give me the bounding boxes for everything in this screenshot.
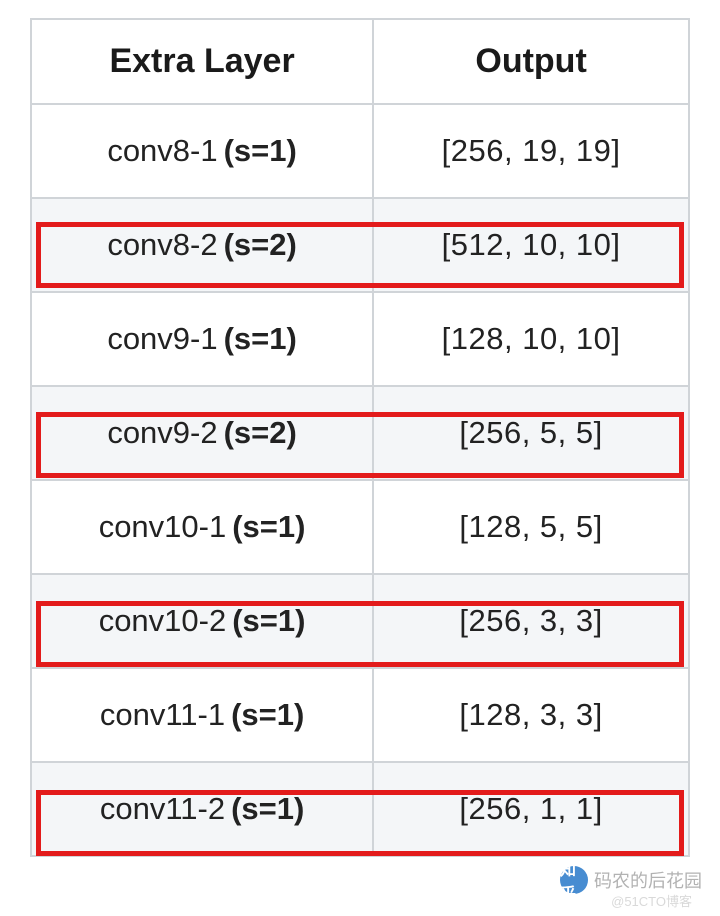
- layer-name: conv8-1: [107, 133, 217, 169]
- output-value: [256, 3, 3]: [459, 603, 602, 639]
- header-output: Output: [373, 19, 689, 104]
- layers-table: Extra Layer Output conv8-1(s=1) [256, 19…: [30, 18, 690, 857]
- layer-stride: (s=1): [224, 133, 297, 169]
- table-row: conv8-1(s=1) [256, 19, 19]: [31, 104, 689, 198]
- layer-name: conv11-1: [100, 697, 225, 733]
- table-row: conv11-2(s=1) [256, 1, 1]: [31, 762, 689, 856]
- output-value: [128, 3, 3]: [459, 697, 602, 733]
- table-row: conv11-1(s=1) [128, 3, 3]: [31, 668, 689, 762]
- output-value: [128, 5, 5]: [459, 509, 602, 545]
- layer-stride: (s=1): [231, 791, 304, 827]
- output-value: [256, 19, 19]: [442, 133, 621, 169]
- watermark: 知乎 码农的后花园: [560, 866, 702, 894]
- output-value: [256, 1, 1]: [459, 791, 602, 827]
- zhihu-icon: 知乎: [560, 866, 588, 894]
- output-value: [256, 5, 5]: [459, 415, 602, 451]
- layer-name: conv9-1: [107, 321, 217, 357]
- layer-stride: (s=1): [232, 603, 305, 639]
- layer-name: conv9-2: [107, 415, 217, 451]
- table-header-row: Extra Layer Output: [31, 19, 689, 104]
- table-container: Extra Layer Output conv8-1(s=1) [256, 19…: [0, 0, 720, 857]
- header-extra-layer: Extra Layer: [31, 19, 373, 104]
- layer-name: conv8-2: [107, 227, 217, 263]
- watermark-text: 码农的后花园: [594, 867, 702, 893]
- layer-stride: (s=2): [224, 227, 297, 263]
- layer-stride: (s=1): [224, 321, 297, 357]
- table-row: conv10-2(s=1) [256, 3, 3]: [31, 574, 689, 668]
- table-row: conv10-1(s=1) [128, 5, 5]: [31, 480, 689, 574]
- layer-name: conv11-2: [100, 791, 225, 827]
- layer-stride: (s=2): [224, 415, 297, 451]
- watermark-sub: @51CTO博客: [611, 891, 692, 910]
- table-row: conv9-2(s=2) [256, 5, 5]: [31, 386, 689, 480]
- layer-stride: (s=1): [231, 697, 304, 733]
- table-row: conv9-1(s=1) [128, 10, 10]: [31, 292, 689, 386]
- layer-name: conv10-2: [99, 603, 227, 639]
- layer-name: conv10-1: [99, 509, 227, 545]
- table-row: conv8-2(s=2) [512, 10, 10]: [31, 198, 689, 292]
- output-value: [512, 10, 10]: [442, 227, 621, 263]
- output-value: [128, 10, 10]: [442, 321, 621, 357]
- layer-stride: (s=1): [232, 509, 305, 545]
